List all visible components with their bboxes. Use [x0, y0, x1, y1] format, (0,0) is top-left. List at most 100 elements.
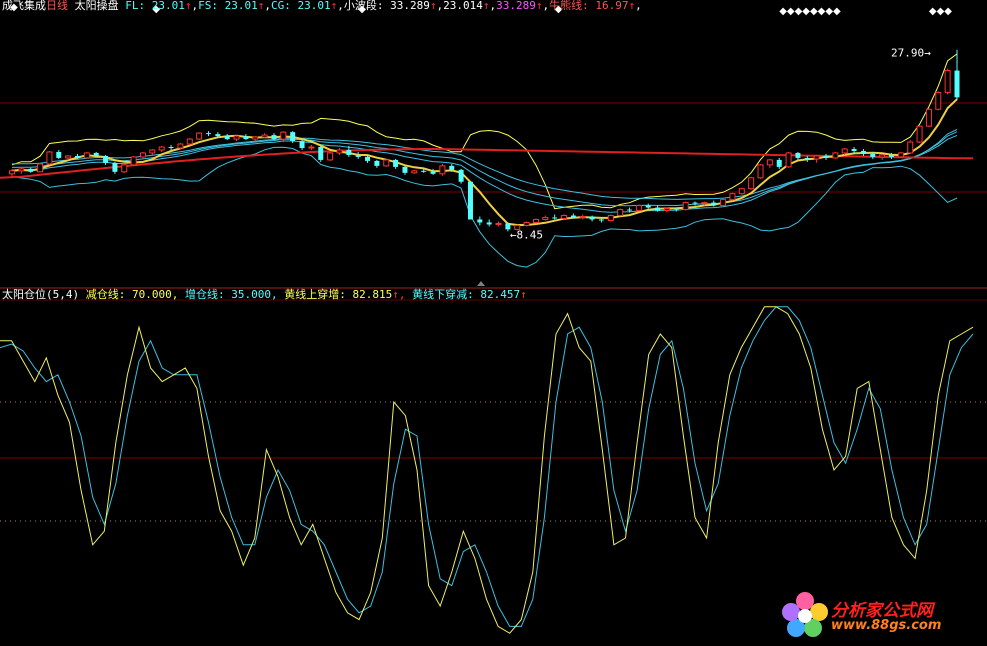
candle-body [168, 147, 174, 149]
candle-body [579, 215, 586, 218]
candle-body [37, 163, 44, 173]
candle-body [336, 149, 343, 154]
candle-body [935, 91, 942, 110]
high-price-label: 27.90→ [891, 47, 931, 60]
candle-body [402, 166, 408, 173]
watermark: 分析家公式网 www.88gs.com [779, 590, 979, 640]
cyan-oscillator-line [0, 306, 974, 627]
candle-body [430, 171, 436, 174]
candle-body [327, 152, 334, 161]
candle-body [290, 132, 296, 142]
candle-body [860, 150, 866, 154]
candle-body [215, 134, 221, 137]
value-number: 23.014 [443, 0, 483, 12]
candle-body [449, 165, 455, 170]
value-label: 黄线下穿减: [412, 288, 481, 301]
value-number: 16.97 [595, 0, 629, 12]
candle-body [121, 164, 128, 173]
candle-body [617, 209, 624, 216]
value-number: 35.000, [231, 288, 278, 301]
value-number: 33.289 [390, 0, 430, 12]
candle-body [729, 193, 736, 201]
candle-body [374, 160, 380, 166]
candle-body [252, 136, 259, 140]
candle-body [177, 143, 184, 149]
candle-body [889, 154, 895, 157]
value-label: CG: [271, 0, 298, 12]
candle-body [486, 222, 492, 225]
candle-body [841, 148, 848, 154]
candle-body [785, 152, 792, 168]
candle-body [635, 205, 642, 212]
candle-body [280, 131, 287, 140]
chart-root: 27.90→ ←8.45 ◆ ◆ ◆ ◆ ◆◆◆◆◆◆◆◆ ◆◆◆ 成飞集成日线 太阳操盘 F… [0, 0, 987, 646]
candle-body [673, 208, 679, 210]
value-label: 增仓线: [184, 288, 232, 301]
up-arrow-icon: ↑ [520, 288, 527, 301]
candle-body [907, 141, 914, 154]
candle-body [467, 181, 473, 220]
candle-body [532, 218, 539, 223]
candle-body [224, 136, 230, 140]
candle-body [495, 222, 502, 225]
value-number: 23.01 [224, 0, 258, 12]
candle-body [112, 162, 118, 172]
value-number: 23.01 [151, 0, 185, 12]
candle-body [299, 141, 305, 148]
candle-body [748, 177, 755, 190]
candle-body [18, 168, 25, 172]
up-arrow-icon: ↑ [482, 0, 490, 12]
candle-body [93, 152, 99, 156]
candle-body [589, 216, 595, 220]
candle-body [916, 125, 923, 143]
band-line [11, 129, 958, 213]
candle-body [645, 205, 651, 208]
indicator-name: 太阳操盘 [74, 0, 119, 12]
candle-body [383, 159, 390, 167]
signal-marker-icon: ◆◆◆◆◆◆◆◆ [779, 6, 841, 17]
candle-body [346, 149, 352, 155]
value-label: 减仓线: [85, 288, 132, 301]
value-number: 70.000, [132, 288, 179, 301]
candle-body [701, 202, 708, 205]
band-line [11, 131, 958, 207]
band-line [11, 134, 958, 200]
candle-body [944, 70, 951, 93]
value-number: 33.289 [496, 0, 536, 12]
candle-body [570, 215, 576, 218]
candle-body [103, 155, 109, 163]
candle-body [776, 159, 782, 167]
candle-body [925, 108, 932, 127]
candle-body [738, 188, 745, 195]
separator [178, 288, 185, 301]
value-label: FL: [125, 0, 152, 12]
candle-body [83, 152, 90, 159]
yellow-oscillator-line [0, 306, 974, 634]
scroll-marker-icon [477, 281, 485, 286]
indicator-values: FL: 23.01↑,FS: 23.01↑,CG: 23.01↑,小波段: 33… [125, 0, 642, 12]
value-label: 黄线上穿增: [284, 288, 353, 301]
candle-body [243, 136, 249, 140]
candle-body [879, 154, 886, 158]
candle-body [65, 155, 72, 159]
period-label: 日线 [46, 0, 68, 12]
value-label: FS: [198, 0, 225, 12]
up-arrow-icon: ↑ [429, 0, 437, 12]
candle-body [795, 152, 801, 158]
candle-body [74, 155, 80, 158]
candle-body [663, 208, 670, 212]
candle-body [523, 221, 530, 226]
candle-body [813, 155, 820, 160]
candle-body [261, 134, 268, 138]
candle-body [627, 209, 633, 211]
stock-title: 成飞集成 [2, 0, 46, 12]
candle-body [439, 165, 446, 175]
signal-marker-icon: ◆◆◆ [929, 6, 952, 17]
candle-body [421, 170, 427, 172]
candle-body [28, 168, 34, 172]
value-label: 小波段: [343, 0, 391, 12]
value-number: 82.815 [352, 288, 393, 301]
candle-body [9, 170, 15, 175]
candle-body [233, 135, 240, 140]
upper-envelope-line [11, 53, 958, 210]
